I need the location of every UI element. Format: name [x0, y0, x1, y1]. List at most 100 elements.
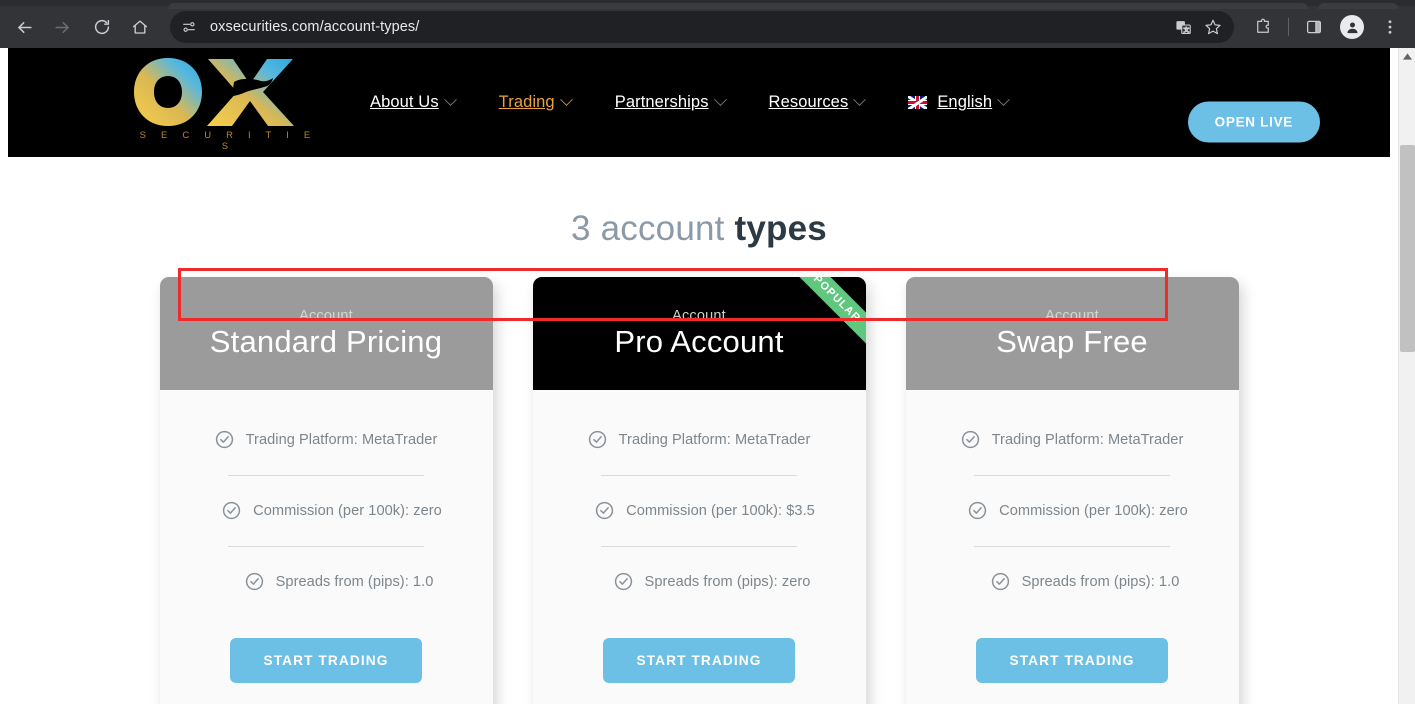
feature-divider	[974, 546, 1170, 547]
card-body: Trading Platform: MetaTrader Commission …	[160, 390, 493, 704]
site-main-nav: About Us Trading Partnerships Resources …	[370, 48, 1011, 157]
nav-label-resources: Resources	[768, 93, 849, 111]
card-feature-label: Spreads from (pips): zero	[644, 573, 811, 590]
chevron-down-icon	[853, 93, 867, 107]
card-feature-label: Commission (per 100k): $3.5	[626, 502, 815, 519]
check-circle-icon	[961, 430, 979, 449]
card-body: Trading Platform: MetaTrader Commission …	[906, 390, 1239, 704]
chevron-down-icon	[997, 93, 1011, 107]
check-circle-icon	[614, 572, 632, 591]
account-type-cards: Account Standard Pricing Trading Platfor…	[8, 277, 1390, 704]
card-feature: Trading Platform: MetaTrader	[930, 430, 1215, 449]
card-title: Swap Free	[996, 323, 1148, 359]
check-circle-icon	[245, 572, 263, 591]
chrome-menu-icon[interactable]	[1374, 11, 1406, 43]
nav-item-about-us[interactable]: About Us	[370, 93, 457, 112]
card-title: Pro Account	[614, 323, 784, 359]
chevron-down-icon	[713, 93, 727, 107]
page-title-bold: types	[734, 209, 827, 248]
check-circle-icon	[588, 430, 606, 449]
profile-avatar[interactable]	[1336, 11, 1368, 43]
card-feature: Commission (per 100k): zero	[930, 501, 1215, 520]
nav-label-language: English	[937, 93, 993, 111]
card-kicker: Account	[672, 307, 726, 324]
card-kicker: Account	[1045, 307, 1099, 324]
card-header: Account Standard Pricing	[159, 277, 493, 390]
extensions-icon[interactable]	[1247, 11, 1279, 43]
nav-item-resources[interactable]: Resources	[768, 93, 867, 112]
home-icon[interactable]	[124, 11, 156, 43]
url-text: oxsecurities.com/account-types/	[210, 19, 420, 35]
bookmark-star-icon[interactable]	[1198, 13, 1228, 41]
scrollbar-up-arrow[interactable]	[1399, 48, 1415, 65]
chevron-down-icon	[559, 93, 573, 107]
ox-logo-icon	[130, 56, 305, 128]
nav-label-trading: Trading	[498, 93, 555, 111]
card-feature: Spreads from (pips): zero	[557, 572, 842, 591]
address-bar[interactable]: oxsecurities.com/account-types/ G 文	[170, 11, 1234, 43]
page-viewport: S E C U R I T I E S About Us Trading Par…	[0, 48, 1415, 704]
check-circle-icon	[595, 501, 614, 520]
logo-subtitle: S E C U R I T I E S	[139, 130, 317, 152]
card-kicker: Account	[299, 307, 353, 324]
page-title: 3 account types	[8, 209, 1390, 249]
site-logo[interactable]: S E C U R I T I E S	[130, 56, 320, 152]
card-feature-label: Trading Platform: MetaTrader	[245, 431, 438, 448]
feature-divider	[228, 475, 424, 476]
popular-ribbon-badge: POPULAR	[775, 277, 866, 360]
card-feature: Trading Platform: MetaTrader	[184, 430, 469, 449]
check-circle-icon	[968, 501, 987, 520]
omnibox-actions: G 文	[1168, 13, 1234, 41]
avatar	[1340, 15, 1364, 39]
account-card-standard-pricing[interactable]: Account Standard Pricing Trading Platfor…	[159, 277, 493, 704]
open-live-button[interactable]: OPEN LIVE	[1187, 101, 1320, 143]
site-header: S E C U R I T I E S About Us Trading Par…	[8, 48, 1390, 157]
card-body: Trading Platform: MetaTrader Commission …	[533, 390, 866, 704]
translate-icon[interactable]: G 文	[1168, 13, 1198, 41]
browser-toolbar: oxsecurities.com/account-types/ G 文	[0, 6, 1415, 48]
nav-item-trading[interactable]: Trading	[498, 93, 573, 112]
nav-label-partnerships: Partnerships	[614, 93, 709, 111]
uk-flag-icon	[908, 96, 928, 109]
card-feature: Spreads from (pips): 1.0	[930, 572, 1215, 591]
feature-divider	[601, 475, 797, 476]
card-feature-label: Trading Platform: MetaTrader	[618, 431, 811, 448]
card-feature-label: Commission (per 100k): zero	[999, 502, 1188, 519]
browser-chrome: oxsecurities.com/account-types/ G 文	[0, 0, 1415, 48]
reload-icon[interactable]	[86, 11, 118, 43]
page-scrollbar[interactable]	[1398, 48, 1415, 704]
forward-icon	[46, 11, 78, 43]
card-feature: Commission (per 100k): $3.5	[557, 501, 842, 520]
card-header: Account Pro Account POPULAR	[532, 277, 866, 390]
check-circle-icon	[215, 430, 233, 449]
site-settings-icon[interactable]	[176, 14, 202, 40]
card-title: Standard Pricing	[209, 323, 443, 359]
start-trading-button[interactable]: START TRADING	[976, 638, 1168, 683]
card-feature: Spreads from (pips): 1.0	[184, 572, 469, 591]
page-title-light: 3 account	[571, 209, 735, 248]
chevron-down-icon	[443, 93, 457, 107]
nav-label-about-us: About Us	[370, 93, 439, 111]
account-card-pro-account[interactable]: Account Pro Account POPULAR Trading Plat…	[532, 277, 866, 704]
back-icon[interactable]	[8, 11, 40, 43]
card-feature-label: Spreads from (pips): 1.0	[275, 573, 434, 590]
card-feature-label: Trading Platform: MetaTrader	[991, 431, 1184, 448]
card-header: Account Swap Free	[905, 277, 1239, 390]
side-panel-icon[interactable]	[1298, 11, 1330, 43]
feature-divider	[974, 475, 1170, 476]
feature-divider	[228, 546, 424, 547]
toolbar-right-actions	[1244, 11, 1415, 43]
scrollbar-thumb[interactable]	[1400, 145, 1415, 352]
card-feature-label: Commission (per 100k): zero	[253, 502, 442, 519]
start-trading-button[interactable]: START TRADING	[230, 638, 422, 683]
nav-item-language[interactable]: English	[908, 93, 1011, 112]
card-feature-label: Spreads from (pips): 1.0	[1021, 573, 1180, 590]
check-circle-icon	[222, 501, 241, 520]
card-feature: Commission (per 100k): zero	[184, 501, 469, 520]
card-feature: Trading Platform: MetaTrader	[557, 430, 842, 449]
start-trading-button[interactable]: START TRADING	[603, 638, 795, 683]
feature-divider	[601, 546, 797, 547]
nav-item-partnerships[interactable]: Partnerships	[614, 93, 727, 112]
account-card-swap-free[interactable]: Account Swap Free Trading Platform: Meta…	[905, 277, 1239, 704]
toolbar-divider	[1288, 18, 1289, 36]
